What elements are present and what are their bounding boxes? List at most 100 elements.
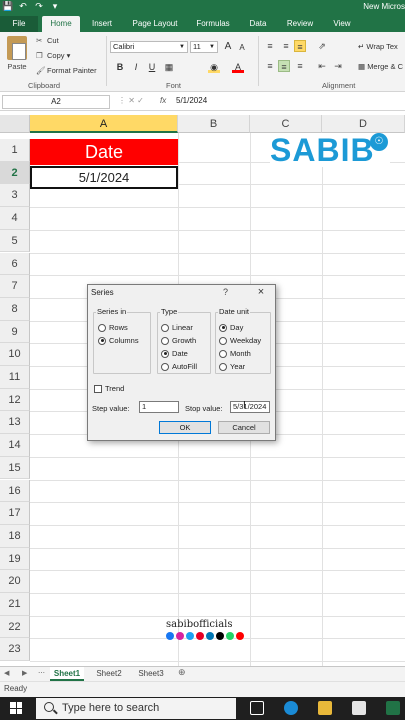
tab-formulas[interactable]: Formulas: [190, 16, 236, 32]
row-header-4[interactable]: 4: [0, 207, 30, 230]
shrink-font-button[interactable]: A: [236, 42, 248, 54]
file-explorer-icon[interactable]: [318, 701, 332, 715]
font-name-select[interactable]: Calibri ▼: [110, 41, 188, 53]
paste-button[interactable]: Paste: [4, 36, 30, 71]
row-header-17[interactable]: 17: [0, 502, 30, 525]
row-header-15[interactable]: 15: [0, 456, 30, 480]
align-middle-button[interactable]: ≡: [280, 40, 292, 52]
borders-button[interactable]: ▦: [163, 61, 175, 73]
radio-weekday[interactable]: Weekday: [219, 336, 261, 345]
more-sheets-icon[interactable]: ⋯: [38, 669, 45, 677]
row-header-12[interactable]: 12: [0, 388, 30, 412]
radio-growth[interactable]: Growth: [161, 336, 196, 345]
tab-data[interactable]: Data: [242, 16, 274, 32]
row-header-3[interactable]: 3: [0, 184, 30, 208]
format-painter-button[interactable]: 🖌Format Painter: [36, 66, 97, 75]
undo-icon[interactable]: ↶: [18, 1, 28, 12]
radio-autofill[interactable]: AutoFill: [161, 362, 197, 371]
row-header-10[interactable]: 10: [0, 343, 30, 366]
increase-indent-button[interactable]: ⇥: [332, 60, 344, 72]
row-header-7[interactable]: 7: [0, 275, 30, 298]
sheet-tab-sheet2[interactable]: Sheet2: [92, 667, 126, 681]
row-header-6[interactable]: 6: [0, 252, 30, 276]
row-header-18[interactable]: 18: [0, 524, 30, 548]
radio-columns[interactable]: Columns: [98, 336, 139, 345]
align-left-button[interactable]: ≡: [264, 60, 276, 72]
align-top-button[interactable]: ≡: [264, 40, 276, 52]
decrease-indent-button[interactable]: ⇤: [316, 60, 328, 72]
merge-center-button[interactable]: ▦ Merge & C: [358, 62, 403, 71]
cell-a1[interactable]: Date: [30, 139, 178, 165]
tab-file[interactable]: File: [0, 16, 38, 32]
row-header-2[interactable]: 2: [0, 161, 30, 185]
row-header-14[interactable]: 14: [0, 434, 30, 457]
orientation-button[interactable]: ⇗: [316, 40, 328, 52]
cancel-button[interactable]: Cancel: [218, 421, 270, 434]
radio-month[interactable]: Month: [219, 349, 251, 358]
row-header-1[interactable]: 1: [0, 139, 30, 162]
add-sheet-icon[interactable]: ⊕: [178, 667, 186, 678]
radio-linear[interactable]: Linear: [161, 323, 193, 332]
row-header-11[interactable]: 11: [0, 366, 30, 389]
column-header-c[interactable]: C: [250, 115, 322, 133]
cell-a2[interactable]: 5/1/2024: [30, 166, 178, 189]
row-header-23[interactable]: 23: [0, 638, 30, 662]
tab-page-layout[interactable]: Page Layout: [126, 16, 184, 32]
trend-checkbox[interactable]: Trend: [94, 384, 124, 393]
radio-year[interactable]: Year: [219, 362, 245, 371]
tab-view[interactable]: View: [326, 16, 358, 32]
task-view-icon[interactable]: [250, 701, 264, 715]
row-header-8[interactable]: 8: [0, 297, 30, 321]
column-header-a[interactable]: A: [30, 115, 178, 133]
align-center-button[interactable]: ≡: [278, 60, 290, 72]
help-button[interactable]: ?: [223, 287, 228, 297]
taskbar-search[interactable]: Type here to search: [36, 698, 236, 719]
copy-button[interactable]: ❐ Copy ▾: [36, 51, 70, 60]
cut-button[interactable]: ✂ Cut: [36, 36, 59, 45]
row-header-20[interactable]: 20: [0, 570, 30, 593]
row-header-5[interactable]: 5: [0, 229, 30, 253]
name-box[interactable]: A2: [2, 95, 110, 109]
sheet-tab-sheet1[interactable]: Sheet1: [50, 667, 84, 681]
font-size-select[interactable]: 11 ▼: [190, 41, 218, 53]
ok-button[interactable]: OK: [159, 421, 211, 434]
windows-start-icon[interactable]: [10, 702, 22, 714]
bold-button[interactable]: B: [114, 61, 126, 73]
prev-sheet-icon[interactable]: ◀: [4, 669, 9, 677]
tab-home[interactable]: Home: [42, 16, 80, 32]
row-header-19[interactable]: 19: [0, 547, 30, 571]
column-header-b[interactable]: B: [178, 115, 250, 133]
italic-button[interactable]: I: [130, 61, 142, 73]
tab-review[interactable]: Review: [280, 16, 320, 32]
step-value-input[interactable]: 1: [139, 401, 179, 413]
excel-taskbar-icon[interactable]: [386, 701, 400, 715]
stop-value-input[interactable]: 5/31/2024: [230, 401, 270, 413]
next-sheet-icon[interactable]: ▶: [22, 669, 27, 677]
fill-color-button[interactable]: ◉: [208, 61, 220, 73]
column-header-d[interactable]: D: [322, 115, 405, 133]
row-header-21[interactable]: 21: [0, 593, 30, 616]
store-icon[interactable]: [352, 701, 366, 715]
tab-insert[interactable]: Insert: [84, 16, 120, 32]
row-header-16[interactable]: 16: [0, 479, 30, 503]
customize-icon[interactable]: ▾: [50, 1, 60, 12]
save-icon[interactable]: 💾: [2, 1, 13, 12]
radio-date[interactable]: Date: [161, 349, 188, 358]
radio-rows[interactable]: Rows: [98, 323, 128, 332]
underline-button[interactable]: U: [146, 61, 158, 73]
edge-icon[interactable]: [284, 701, 298, 715]
radio-day[interactable]: Day: [219, 323, 243, 332]
formula-input[interactable]: 5/1/2024: [176, 96, 207, 105]
grow-font-button[interactable]: A: [222, 41, 234, 53]
wrap-text-button[interactable]: ↵ Wrap Tex: [358, 42, 398, 51]
font-color-button[interactable]: A: [232, 61, 244, 73]
row-header-22[interactable]: 22: [0, 615, 30, 639]
insert-function-button[interactable]: fx: [160, 96, 166, 105]
align-bottom-button[interactable]: ≡: [294, 40, 306, 52]
redo-icon[interactable]: ↷: [34, 1, 44, 12]
sheet-tab-sheet3[interactable]: Sheet3: [134, 667, 168, 681]
close-button[interactable]: ×: [254, 286, 268, 298]
select-all-button[interactable]: [0, 115, 30, 133]
row-header-9[interactable]: 9: [0, 320, 30, 344]
row-header-13[interactable]: 13: [0, 411, 30, 435]
